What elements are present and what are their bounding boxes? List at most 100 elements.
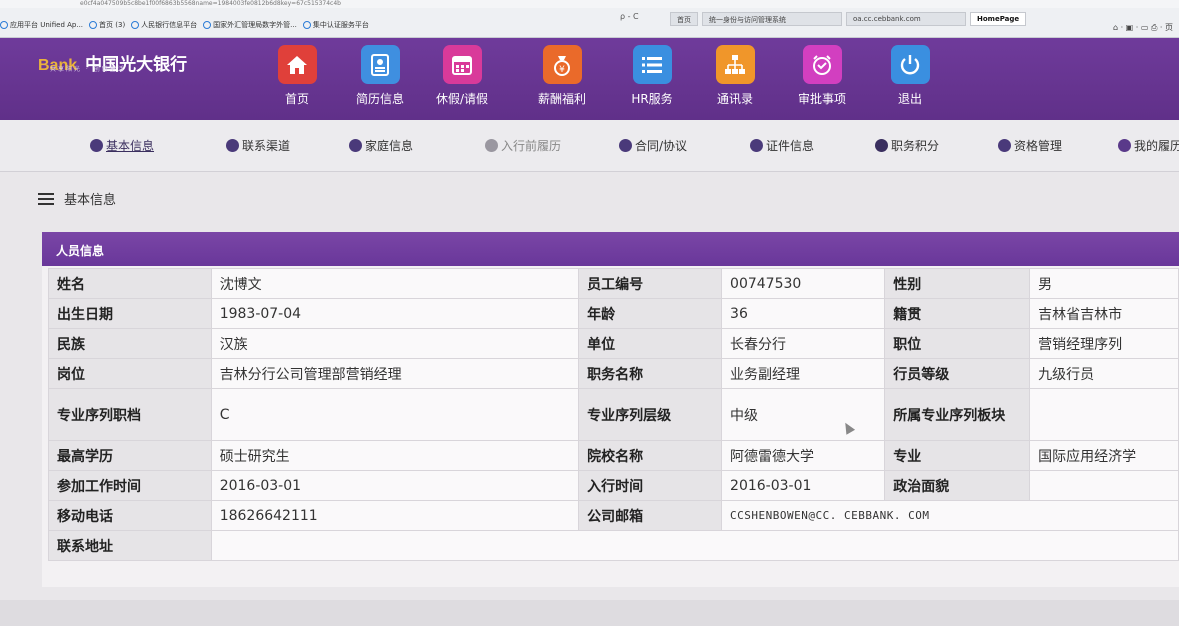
favorite-link[interactable]: 人民银行信息平台 — [131, 20, 197, 30]
field-label: 出生日期 — [48, 298, 212, 329]
field-label: 岗位 — [48, 358, 212, 389]
id-card-icon — [750, 139, 763, 152]
field-value: 吉林省吉林市 — [1029, 298, 1179, 329]
section-title: 基本信息 — [38, 189, 116, 208]
family-icon — [349, 139, 362, 152]
nav-logout[interactable]: 退出 — [875, 45, 945, 107]
subnav-contact-channel[interactable]: 联系渠道 — [226, 137, 290, 154]
browser-tab-identity[interactable]: 统一身份与访问管理系统 — [702, 12, 842, 26]
subnav-qualification[interactable]: 资格管理 — [998, 137, 1062, 154]
nav-resume[interactable]: 简历信息 — [345, 45, 415, 107]
nav-label: 审批事项 — [797, 92, 846, 106]
field-label: 单位 — [578, 328, 723, 359]
field-value: 中级 — [721, 388, 886, 441]
favorite-link[interactable]: 首页 (3) — [89, 20, 125, 30]
field-label: 专业序列职档 — [48, 388, 212, 441]
field-value — [210, 530, 1179, 561]
field-label: 职位 — [884, 328, 1031, 359]
list-icon — [38, 192, 54, 205]
certificate-icon — [998, 139, 1011, 152]
field-label: 政治面貌 — [884, 470, 1031, 501]
ie-icon — [302, 21, 311, 29]
ie-icon — [203, 21, 212, 29]
home-icon — [277, 45, 317, 84]
table-row: 专业序列职档 C 专业序列层级 中级 所属专业序列板块 — [48, 388, 1179, 441]
field-value: CCSHENBOWEN@CC. CEBBANK. COM — [721, 500, 1179, 531]
field-value: 男 — [1029, 268, 1179, 299]
sub-navigation: 基本信息 联系渠道 家庭信息 入行前履历 合同/协议 证件信息 职务积分 资格管… — [0, 120, 1179, 172]
nav-hr-service[interactable]: HR服务 — [617, 45, 687, 107]
field-label: 院校名称 — [578, 440, 723, 471]
nav-salary[interactable]: ¥ 薪酬福利 — [527, 45, 597, 107]
favorite-link[interactable]: 应用平台 Unified Ap... — [0, 20, 83, 30]
subnav-my-history[interactable]: 我的履历 — [1118, 137, 1179, 154]
list-icon — [632, 45, 672, 84]
field-value: 营销经理序列 — [1029, 328, 1179, 359]
field-label: 联系地址 — [48, 530, 212, 561]
calendar-icon — [442, 45, 482, 84]
field-label: 专业 — [884, 440, 1031, 471]
subnav-contract[interactable]: 合同/协议 — [619, 137, 687, 154]
field-value — [1029, 388, 1179, 441]
app-header: Bank 中国光大银行 共享阳光 · 创新生活 首页 简历信息 休假/请假 ¥ 薪… — [0, 38, 1179, 120]
subnav-basic-info[interactable]: 基本信息 — [90, 137, 154, 154]
field-label: 公司邮箱 — [578, 500, 723, 531]
table-row: 姓名 沈博文 员工编号 00747530 性别 男 — [48, 268, 1179, 299]
field-value — [1029, 470, 1179, 501]
browser-tabs: 首页 统一身份与访问管理系统 oa.cc.cebbank.com HomePag… — [670, 12, 1027, 26]
user-circle-icon — [90, 139, 103, 152]
table-row: 移动电话 18626642111 公司邮箱 CCSHENBOWEN@CC. CE… — [48, 500, 1179, 531]
field-label: 职务名称 — [578, 358, 723, 389]
nav-home[interactable]: 首页 — [262, 45, 332, 107]
ie-icon — [131, 21, 140, 29]
field-value: 国际应用经济学 — [1029, 440, 1179, 471]
field-label: 员工编号 — [578, 268, 723, 299]
phone-icon — [226, 139, 239, 152]
subnav-duty-points[interactable]: 职务积分 — [875, 137, 939, 154]
subnav-family-info[interactable]: 家庭信息 — [349, 137, 413, 154]
field-label: 最高学历 — [48, 440, 212, 471]
field-label: 移动电话 — [48, 500, 212, 531]
history-icon — [485, 139, 498, 152]
ie-icon — [89, 21, 98, 29]
browser-tab-homepage[interactable]: HomePage — [970, 12, 1027, 26]
section-title-text: 基本信息 — [64, 193, 117, 208]
address-bar[interactable]: e0cf4a047509b5c8be1f00f6863b5568name=198… — [0, 0, 1179, 8]
field-value: 2016-03-01 — [721, 470, 886, 501]
favorite-link[interactable]: 集中认证服务平台 — [302, 20, 369, 30]
field-value: 18626642111 — [210, 500, 580, 531]
nav-contacts[interactable]: 通讯录 — [700, 45, 770, 107]
subnav-pre-employment[interactable]: 入行前履历 — [485, 137, 561, 154]
favorite-link[interactable]: 国家外汇管理局数字外管... — [203, 20, 297, 30]
nav-leave[interactable]: 休假/请假 — [427, 45, 497, 107]
power-icon — [890, 45, 930, 84]
browser-tab-home[interactable]: 首页 — [670, 12, 698, 26]
resume-icon — [360, 45, 400, 84]
field-label: 参加工作时间 — [48, 470, 212, 501]
field-label: 行员等级 — [884, 358, 1031, 389]
nav-label: 退出 — [897, 92, 922, 106]
nav-label: 休假/请假 — [435, 92, 489, 106]
personnel-info-table: 姓名 沈博文 员工编号 00747530 性别 男 出生日期 1983-07-0… — [48, 268, 1179, 561]
table-row: 最高学历 硕士研究生 院校名称 阿德雷德大学 专业 国际应用经济学 — [48, 440, 1179, 471]
nav-approvals[interactable]: 审批事项 — [787, 45, 857, 107]
field-value: C — [210, 388, 580, 441]
browser-chrome: e0cf4a047509b5c8be1f00f6863b5568name=198… — [0, 0, 1179, 38]
field-label: 年龄 — [578, 298, 723, 329]
org-chart-icon — [715, 45, 755, 84]
field-value: 36 — [721, 298, 886, 329]
personnel-info-panel: 人员信息 姓名 沈博文 员工编号 00747530 性别 男 出生日期 1983… — [42, 232, 1179, 587]
table-row: 联系地址 — [48, 530, 1179, 561]
nav-label: 通讯录 — [716, 92, 753, 106]
panel-title: 人员信息 — [42, 232, 1179, 266]
table-row: 民族 汉族 单位 长春分行 职位 营销经理序列 — [48, 328, 1179, 359]
browser-tab-oa[interactable]: oa.cc.cebbank.com — [846, 12, 966, 26]
subnav-certificates[interactable]: 证件信息 — [750, 137, 814, 154]
money-bag-icon: ¥ — [542, 45, 582, 84]
info-icon — [875, 139, 888, 152]
nav-label: 薪酬福利 — [537, 92, 586, 106]
page-bottom — [0, 600, 1179, 626]
field-value: 沈博文 — [210, 268, 580, 299]
ie-toolbar[interactable]: ⌂ · ▣ · ▭ ⎙ · 页 — [1113, 22, 1173, 33]
nav-label: 首页 — [284, 92, 309, 106]
